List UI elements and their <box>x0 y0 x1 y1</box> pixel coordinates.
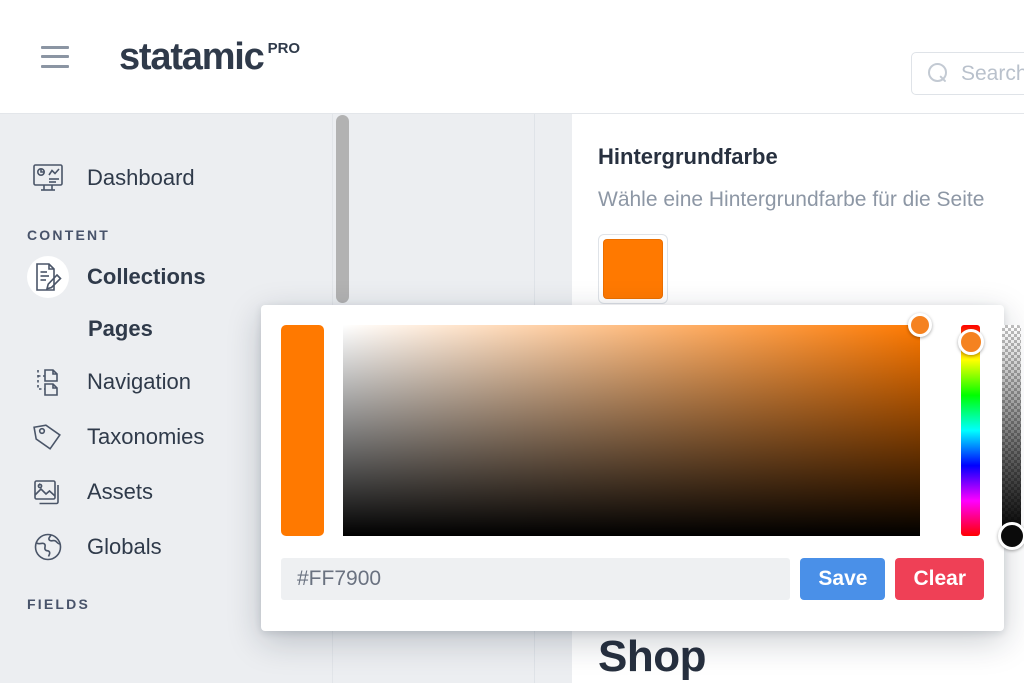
sidebar-item-label: Navigation <box>87 368 191 394</box>
color-swatch-fill <box>603 239 663 299</box>
tag-icon <box>27 416 69 458</box>
hue-slider-thumb[interactable] <box>957 329 984 355</box>
sidebar-item-label: Collections <box>87 263 206 289</box>
color-picker-footer: Save Clear <box>281 558 984 600</box>
sidebar-item-label: Taxonomies <box>87 423 205 449</box>
slider-group <box>957 325 1024 550</box>
alpha-slider[interactable] <box>997 325 1024 550</box>
statamic-logo[interactable]: statamic PRO <box>119 38 300 76</box>
hamburger-bar <box>41 64 69 68</box>
color-swatch-button[interactable] <box>598 234 668 304</box>
sidebar-item-label: Assets <box>87 478 154 504</box>
color-picker-controls <box>281 313 1024 550</box>
sidebar-item-label: Dashboard <box>87 164 195 190</box>
sidebar-item-label: Pages <box>88 316 153 341</box>
alpha-slider-thumb[interactable] <box>997 522 1024 550</box>
saturation-value-area[interactable] <box>343 313 932 536</box>
images-icon <box>27 471 69 513</box>
sidebar-item-dashboard[interactable]: Dashboard <box>0 150 332 205</box>
color-picker-popup: Save Clear <box>261 305 1024 631</box>
hamburger-bar <box>41 45 69 49</box>
navigation-icon <box>27 361 69 403</box>
top-bar: statamic PRO Search... <box>0 0 1024 114</box>
clear-button[interactable]: Clear <box>895 558 984 600</box>
logo-wordmark: statamic <box>119 35 265 78</box>
search-icon <box>928 63 949 84</box>
sidebar-section-content: CONTENT <box>27 227 111 243</box>
hamburger-icon[interactable] <box>41 45 69 68</box>
field-description: Wähle eine Hintergrundfarbe für die Seit… <box>598 188 985 211</box>
globe-icon <box>27 526 69 568</box>
logo-pro-badge: PRO <box>267 39 301 57</box>
sidebar-item-label: Globals <box>87 533 162 559</box>
hex-value-input[interactable] <box>281 558 791 600</box>
app-root: statamic PRO Search... Dashboard CON <box>0 0 1024 683</box>
collections-icon <box>27 255 69 298</box>
sidebar-item-collections[interactable]: Collections <box>0 249 332 304</box>
scrollbar-thumb[interactable] <box>336 115 349 303</box>
search-placeholder: Search... <box>961 61 1024 85</box>
page-title: Hintergrundfarbe <box>598 144 778 169</box>
color-preview-swatch <box>281 325 324 536</box>
dashboard-icon <box>27 157 69 199</box>
save-button[interactable]: Save <box>800 558 886 600</box>
hue-slider[interactable] <box>957 325 984 536</box>
search-input[interactable]: Search... <box>911 52 1024 95</box>
section-heading-shop: Shop <box>598 632 706 681</box>
hamburger-bar <box>41 55 69 58</box>
saturation-value-thumb[interactable] <box>908 313 932 337</box>
